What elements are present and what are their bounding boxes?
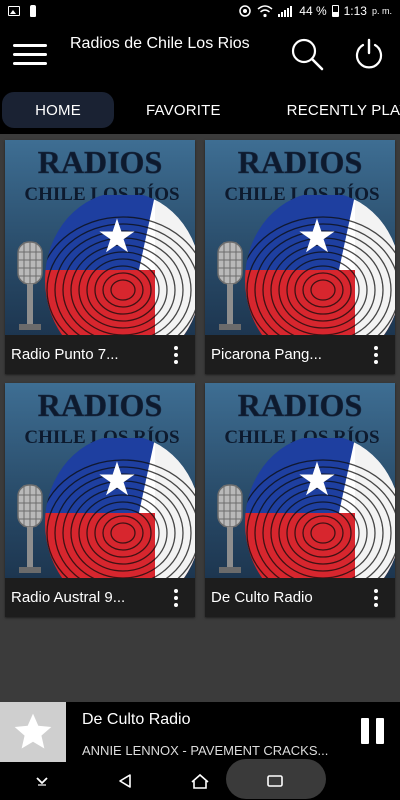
hamburger-line <box>13 52 47 56</box>
station-name: Radio Austral 9... <box>11 589 126 606</box>
status-bar: 44 % 1:13 p. m. <box>0 0 400 22</box>
back-triangle-icon <box>119 774 131 788</box>
radios-chile-artwork: RADIOS CHILE LOS RÍOS <box>5 140 195 335</box>
nav-back-button[interactable] <box>110 762 140 800</box>
nav-recents-button[interactable] <box>260 762 290 800</box>
svg-text:RADIOS: RADIOS <box>238 387 362 423</box>
clock-ampm: p. m. <box>371 6 392 16</box>
radios-chile-artwork: RADIOS CHILE LOS RÍOS <box>5 383 195 578</box>
radios-chile-artwork: RADIOS CHILE LOS RÍOS <box>205 140 395 335</box>
station-artwork: RADIOS CHILE LOS RÍOS <box>205 140 395 335</box>
svg-text:RADIOS: RADIOS <box>238 144 362 180</box>
tab-favorite[interactable]: FAVORITE <box>128 92 239 128</box>
svg-text:RADIOS: RADIOS <box>38 144 162 180</box>
nav-hide-button[interactable] <box>28 762 56 800</box>
station-name: Picarona Pang... <box>211 346 322 363</box>
flashlight-notification-icon <box>30 5 36 17</box>
station-artwork: RADIOS CHILE LOS RÍOS <box>5 383 195 578</box>
station-artwork: RADIOS CHILE LOS RÍOS <box>5 140 195 335</box>
home-icon <box>191 773 209 789</box>
station-name: De Culto Radio <box>211 589 313 606</box>
mini-player[interactable]: De Culto Radio ANNIE LENNOX - PAVEMENT C… <box>0 702 400 762</box>
more-options-icon[interactable] <box>171 589 181 607</box>
tab-bar: HOME FAVORITE RECENTLY PLAYED <box>0 86 400 134</box>
power-icon <box>355 38 383 69</box>
menu-button[interactable] <box>0 22 60 86</box>
more-options-icon[interactable] <box>371 346 381 364</box>
more-options-icon[interactable] <box>371 589 381 607</box>
station-name: Radio Punto 7... <box>11 346 119 363</box>
pause-button[interactable] <box>358 718 386 746</box>
player-subtitle: ANNIE LENNOX - PAVEMENT CRACKS... <box>82 743 329 758</box>
station-card[interactable]: RADIOS CHILE LOS RÍOS <box>205 383 395 617</box>
app-title: Radios de Chile Los Rios <box>70 35 250 52</box>
system-nav-bar <box>0 759 400 800</box>
signal-icon <box>278 5 294 17</box>
image-notification-icon <box>8 6 20 16</box>
chevron-down-icon <box>36 777 48 786</box>
tab-recently-played[interactable]: RECENTLY PLAYED <box>269 92 400 128</box>
battery-percent: 44 % <box>299 4 327 18</box>
svg-text:RADIOS: RADIOS <box>38 387 162 423</box>
pause-icon <box>360 718 369 744</box>
pause-icon <box>375 718 384 744</box>
clock: 1:13 <box>343 4 367 18</box>
battery-icon <box>331 5 339 17</box>
wifi-icon <box>257 4 273 17</box>
station-card[interactable]: RADIOS CHILE LOS RÍOS <box>5 140 195 374</box>
app-bar: Radios de Chile Los Rios <box>0 22 400 86</box>
station-card[interactable]: RADIOS CHILE LOS RÍOS <box>205 140 395 374</box>
station-card[interactable]: RADIOS CHILE LOS RÍOS <box>5 383 195 617</box>
hamburger-line <box>13 43 47 47</box>
star-icon <box>14 713 52 749</box>
search-icon <box>291 38 324 71</box>
power-button[interactable] <box>338 22 400 86</box>
more-options-icon[interactable] <box>171 346 181 364</box>
player-title: De Culto Radio <box>82 711 191 728</box>
station-artwork: RADIOS CHILE LOS RÍOS <box>205 383 395 578</box>
search-button[interactable] <box>276 22 338 86</box>
nav-home-button[interactable] <box>185 762 215 800</box>
player-thumbnail <box>0 702 66 762</box>
tab-home[interactable]: HOME <box>2 92 114 128</box>
app-root: 44 % 1:13 p. m. Radios de Chile Los Rios… <box>0 0 400 800</box>
radios-chile-artwork: RADIOS CHILE LOS RÍOS <box>205 383 395 578</box>
sync-icon <box>239 5 252 17</box>
recents-icon <box>267 775 283 787</box>
hamburger-line <box>13 61 47 65</box>
